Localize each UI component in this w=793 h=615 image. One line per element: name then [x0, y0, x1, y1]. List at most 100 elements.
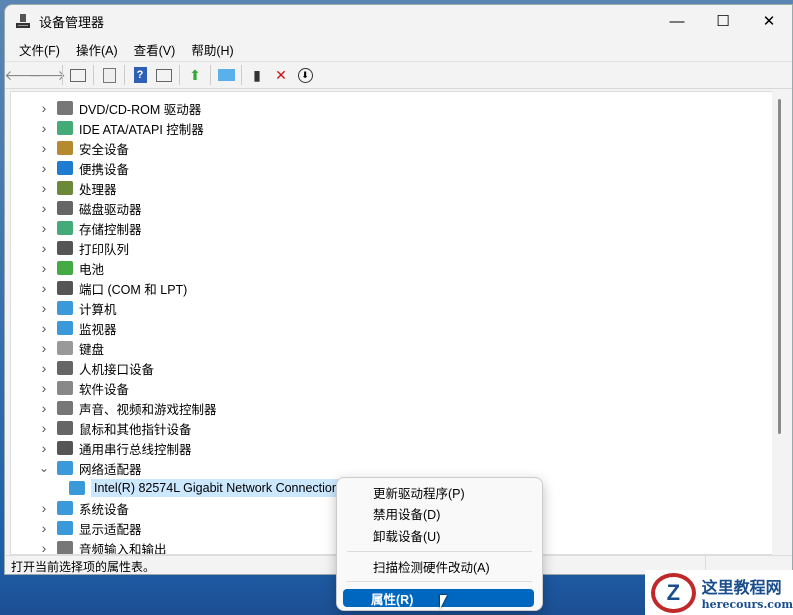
expand-chevron-icon[interactable]: ›	[37, 360, 51, 376]
properties-icon[interactable]	[98, 64, 120, 86]
category-item[interactable]: › 通用串行总线控制器	[37, 438, 192, 458]
category-item[interactable]: › DVD/CD-ROM 驱动器	[37, 98, 202, 118]
device-item[interactable]: Intel(R) 82574L Gigabit Network Connecti…	[69, 478, 353, 498]
device-category-icon	[57, 181, 73, 195]
window-title: 设备管理器	[39, 14, 105, 30]
expand-chevron-icon[interactable]: ›	[37, 440, 51, 456]
expand-chevron-icon[interactable]: ›	[37, 320, 51, 336]
expand-chevron-icon[interactable]: ›	[37, 340, 51, 356]
device-category-icon	[57, 241, 73, 255]
menu-item-scan-hardware[interactable]: 扫描检测硬件改动(A)	[345, 557, 534, 575]
tree-item-label: 系统设备	[79, 502, 130, 517]
category-item[interactable]: › 人机接口设备	[37, 358, 154, 378]
category-item[interactable]: › 打印队列	[37, 238, 129, 258]
collapse-chevron-icon[interactable]: ⌄	[37, 461, 51, 475]
device-category-icon	[57, 121, 73, 135]
menu-item-disable-device[interactable]: 禁用设备(D)	[345, 504, 534, 522]
category-item[interactable]: › 电池	[37, 258, 104, 278]
title-bar: 设备管理器 — ☐ ✕	[5, 5, 792, 37]
category-item[interactable]: › 软件设备	[37, 378, 129, 398]
tree-item-label: 软件设备	[79, 382, 130, 397]
device-category-icon	[57, 361, 73, 375]
status-text: 打开当前选择项的属性表。	[11, 559, 156, 574]
scan-hardware-icon[interactable]	[215, 64, 237, 86]
category-item[interactable]: ⌄ 网络适配器	[37, 458, 142, 478]
expand-chevron-icon[interactable]: ›	[37, 220, 51, 236]
watermark-z-icon: Z	[651, 572, 696, 613]
uninstall-icon[interactable]: ✕	[270, 64, 292, 86]
category-item[interactable]: › 端口 (COM 和 LPT)	[37, 278, 188, 298]
category-item[interactable]: › 存储控制器	[37, 218, 142, 238]
tree-item-label: 鼠标和其他指针设备	[79, 422, 192, 437]
expand-chevron-icon[interactable]: ›	[37, 100, 51, 116]
expand-chevron-icon[interactable]: ›	[37, 520, 51, 536]
device-category-icon	[57, 401, 73, 415]
forward-icon[interactable]: 🡒	[28, 64, 66, 86]
context-menu: 更新驱动程序(P) 禁用设备(D) 卸载设备(U) 扫描检测硬件改动(A) 属性…	[336, 477, 543, 611]
tree-item-label: 监视器	[79, 322, 117, 337]
menu-help[interactable]: 帮助(H)	[183, 40, 241, 59]
category-item[interactable]: › 便携设备	[37, 158, 129, 178]
tree-item-label: 人机接口设备	[79, 362, 155, 377]
expand-chevron-icon[interactable]: ›	[37, 420, 51, 436]
menu-item-properties[interactable]: 属性(R)	[343, 589, 534, 607]
expand-chevron-icon[interactable]: ›	[37, 180, 51, 196]
help-icon[interactable]: ?	[129, 64, 151, 86]
expand-chevron-icon[interactable]: ›	[37, 140, 51, 156]
maximize-button[interactable]: ☐	[700, 5, 746, 37]
mouse-cursor-icon	[440, 595, 447, 609]
expand-chevron-icon[interactable]: ›	[37, 500, 51, 516]
close-button[interactable]: ✕	[746, 5, 792, 37]
device-category-icon	[57, 501, 73, 515]
category-item[interactable]: › 系统设备	[37, 498, 129, 518]
minimize-button[interactable]: —	[654, 5, 700, 37]
menu-action[interactable]: 操作(A)	[68, 40, 126, 59]
expand-chevron-icon[interactable]: ›	[37, 240, 51, 256]
device-category-icon	[57, 421, 73, 435]
category-item[interactable]: › 鼠标和其他指针设备	[37, 418, 192, 438]
menu-file[interactable]: 文件(F)	[11, 40, 68, 59]
expand-chevron-icon[interactable]: ›	[37, 260, 51, 276]
tree-item-label: 电池	[79, 262, 105, 277]
update-driver-icon[interactable]: ⬆	[184, 64, 206, 86]
category-item[interactable]: › 安全设备	[37, 138, 129, 158]
expand-chevron-icon[interactable]: ›	[37, 160, 51, 176]
device-category-icon	[57, 301, 73, 315]
category-item[interactable]: › 计算机	[37, 298, 117, 318]
expand-chevron-icon[interactable]: ›	[37, 400, 51, 416]
tree-item-label: 便携设备	[79, 162, 130, 177]
tree-item-label: IDE ATA/ATAPI 控制器	[79, 122, 204, 137]
device-category-icon	[57, 281, 73, 295]
expand-chevron-icon[interactable]: ›	[37, 280, 51, 296]
tree-item-label: 音频输入和输出	[79, 542, 167, 555]
device-category-icon	[57, 541, 73, 554]
disable-icon[interactable]: ⬇	[294, 64, 316, 86]
category-item[interactable]: › 磁盘驱动器	[37, 198, 142, 218]
category-item[interactable]: › 显示适配器	[37, 518, 142, 538]
show-hide-tree-icon[interactable]	[67, 64, 89, 86]
expand-chevron-icon[interactable]: ›	[37, 120, 51, 136]
watermark-logo: Z 这里教程网 herecours.com	[645, 570, 793, 615]
expand-chevron-icon[interactable]: ›	[37, 540, 51, 554]
tree-item-label: 处理器	[79, 182, 117, 197]
category-item[interactable]: › 监视器	[37, 318, 117, 338]
tree-item-label: 打印队列	[79, 242, 130, 257]
scrollbar-thumb[interactable]	[778, 99, 781, 434]
device-category-icon	[69, 481, 85, 495]
category-item[interactable]: › 音频输入和输出	[37, 538, 167, 555]
device-category-icon	[57, 141, 73, 155]
expand-chevron-icon[interactable]: ›	[37, 300, 51, 316]
tree-item-label: 网络适配器	[79, 462, 142, 477]
expand-chevron-icon[interactable]: ›	[37, 380, 51, 396]
category-item[interactable]: › 键盘	[37, 338, 104, 358]
category-item[interactable]: › 处理器	[37, 178, 117, 198]
expand-chevron-icon[interactable]: ›	[37, 200, 51, 216]
action-pane-icon[interactable]	[153, 64, 175, 86]
vertical-scrollbar[interactable]	[772, 91, 788, 555]
category-item[interactable]: › 声音、视频和游戏控制器	[37, 398, 217, 418]
menu-view[interactable]: 查看(V)	[126, 40, 184, 59]
category-item[interactable]: › IDE ATA/ATAPI 控制器	[37, 118, 204, 138]
menu-item-update-driver[interactable]: 更新驱动程序(P)	[345, 483, 534, 501]
enable-device-icon[interactable]: ▮	[246, 64, 268, 86]
menu-item-uninstall-device[interactable]: 卸载设备(U)	[345, 526, 534, 544]
